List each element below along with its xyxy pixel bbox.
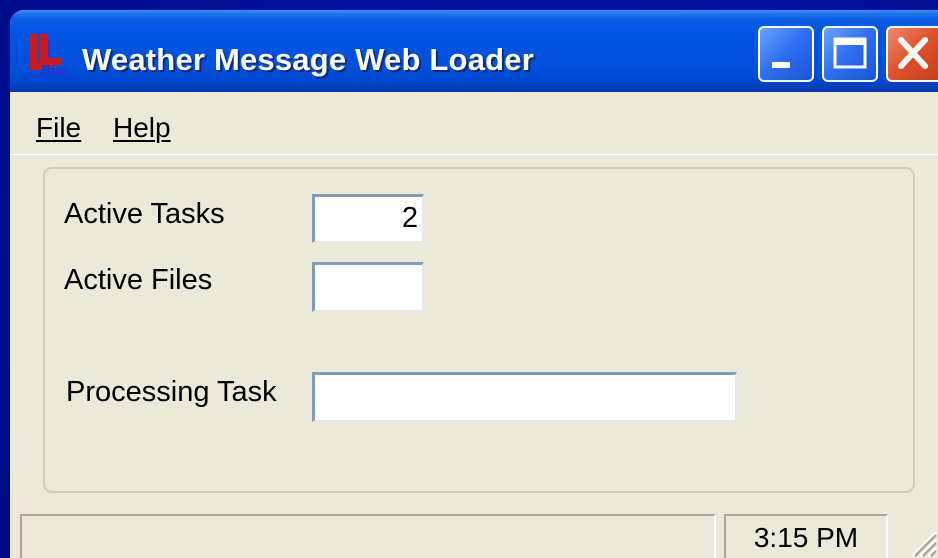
close-icon [898,37,928,69]
active-tasks-label: Active Tasks [64,198,225,230]
application-window: Weather Message Web Loader File Help Act… [10,10,938,558]
window-title: Weather Message Web Loader [82,42,534,77]
maximize-button[interactable] [822,26,878,82]
status-bar: 3:15 PM [10,506,938,558]
app-logo-icon [30,34,66,75]
minimize-button[interactable] [758,26,814,82]
desktop-background: Weather Message Web Loader File Help Act… [0,0,938,558]
active-tasks-field[interactable]: 2 [312,194,424,243]
processing-task-field[interactable] [312,372,737,422]
active-files-field[interactable] [312,262,424,312]
processing-task-label: Processing Task [66,376,277,408]
title-bar[interactable]: Weather Message Web Loader [10,10,938,92]
maximize-icon [833,37,867,69]
menu-file[interactable]: File [36,112,81,144]
status-message-panel [20,514,716,558]
menu-help[interactable]: Help [113,112,171,144]
minimize-icon [772,62,790,68]
status-clock: 3:15 PM [724,514,888,558]
resize-grip-icon[interactable] [898,518,938,558]
active-files-label: Active Files [64,264,213,296]
close-button[interactable] [886,26,938,82]
menu-bar: File Help [10,92,938,155]
